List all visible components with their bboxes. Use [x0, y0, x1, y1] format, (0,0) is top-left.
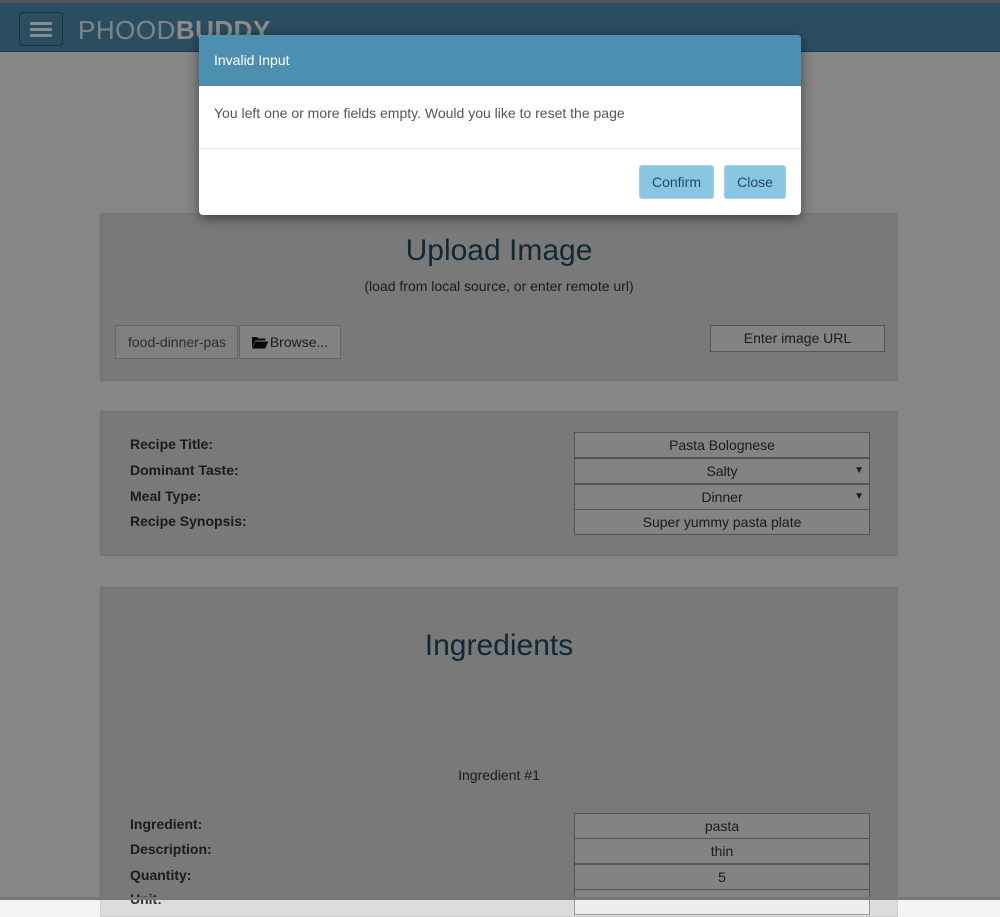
- confirm-button[interactable]: Confirm: [639, 165, 714, 199]
- dialog-title: Invalid Input: [214, 52, 290, 68]
- dialog-divider: [199, 148, 801, 149]
- invalid-input-dialog: Invalid Input You left one or more field…: [199, 35, 801, 215]
- dialog-header: Invalid Input: [199, 35, 801, 86]
- close-button[interactable]: Close: [724, 165, 786, 199]
- dialog-message: You left one or more fields empty. Would…: [214, 105, 625, 121]
